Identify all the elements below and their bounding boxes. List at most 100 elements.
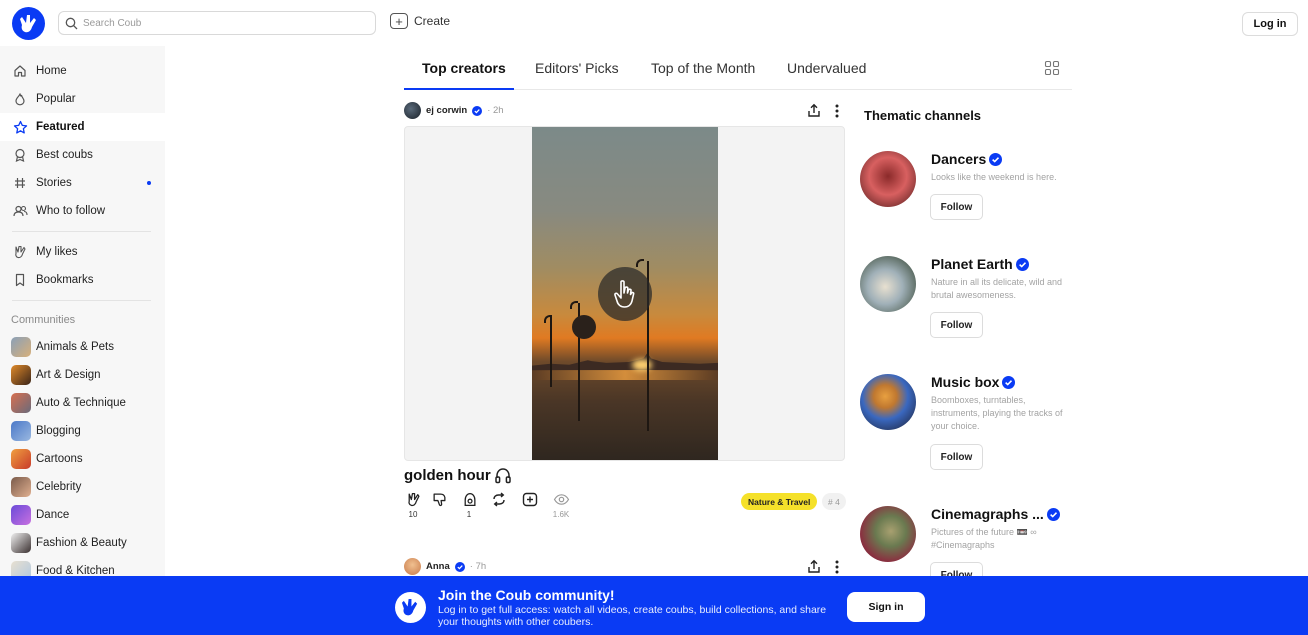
channel-name-text: Cinemagraphs ...: [931, 506, 1044, 522]
more-options-icon[interactable]: [835, 104, 839, 118]
sidebar-item-best-coubs[interactable]: Best coubs: [0, 141, 165, 169]
post-title[interactable]: golden hour: [404, 467, 512, 484]
channel-description: Boomboxes, turntables, instruments, play…: [931, 395, 1063, 431]
recoub-stat[interactable]: 1: [454, 492, 484, 520]
sidebar-divider: [12, 300, 151, 301]
follow-button[interactable]: Follow: [930, 194, 983, 220]
tab-undervalued[interactable]: Undervalued: [787, 60, 866, 90]
verified-badge-icon: [472, 105, 483, 116]
sidebar-community-animals-pets[interactable]: Animals & Pets: [0, 333, 165, 361]
street-lamp-head: [544, 315, 552, 323]
sidebar-community-dance[interactable]: Dance: [0, 501, 165, 529]
verified-badge-icon: [1015, 257, 1029, 271]
channel-description: Looks like the weekend is here.: [931, 172, 1057, 182]
tab-editors-picks[interactable]: Editors' Picks: [535, 60, 619, 90]
video-sun: [632, 359, 652, 371]
follow-button[interactable]: Follow: [930, 312, 983, 338]
author-name[interactable]: ej corwin: [426, 105, 467, 116]
sidebar-item-who-to-follow[interactable]: Who to follow: [0, 197, 165, 225]
author-avatar[interactable]: [404, 558, 421, 575]
recoub-stamp-icon: [464, 492, 475, 507]
repost-stat[interactable]: [484, 492, 514, 520]
category-tag[interactable]: Nature & Travel: [741, 493, 818, 510]
sidebar-item-my-likes[interactable]: My likes: [0, 238, 165, 266]
verified-badge-icon: [989, 152, 1003, 166]
channel-avatar[interactable]: [860, 151, 916, 207]
play-button[interactable]: [598, 267, 652, 321]
search-box[interactable]: [58, 11, 376, 35]
coub-logo[interactable]: [12, 7, 45, 40]
sidebar-item-label: Stories: [36, 177, 72, 189]
sidebar-community-fashion-beauty[interactable]: Fashion & Beauty: [0, 529, 165, 557]
tab-top-creators[interactable]: Top creators: [422, 60, 506, 90]
sidebar-item-label: My likes: [36, 246, 78, 258]
sidebar-item-home[interactable]: Home: [0, 57, 165, 85]
sidebar-community-art-design[interactable]: Art & Design: [0, 361, 165, 389]
post-top-actions: [807, 103, 839, 118]
channel-avatar[interactable]: [860, 374, 916, 430]
share-icon[interactable]: [807, 103, 821, 118]
sidebar-community-auto-technique[interactable]: Auto & Technique: [0, 389, 165, 417]
sidebar-item-bookmarks[interactable]: Bookmarks: [0, 266, 165, 294]
login-button[interactable]: Log in: [1242, 12, 1298, 36]
create-button[interactable]: + Create: [390, 13, 450, 29]
community-label: Fashion & Beauty: [36, 537, 127, 549]
community-avatar: [11, 365, 31, 385]
dislike-icon: [433, 493, 445, 507]
flame-icon: [12, 91, 28, 107]
follow-button[interactable]: Follow: [930, 444, 983, 470]
street-lamp-head: [570, 301, 578, 309]
sidebar-community-blogging[interactable]: Blogging: [0, 417, 165, 445]
sign-in-button[interactable]: Sign in: [847, 592, 925, 622]
sidebar-item-stories[interactable]: Stories: [0, 169, 165, 197]
more-options-icon[interactable]: [835, 560, 839, 574]
new-indicator-dot: [147, 181, 151, 185]
post-time: · 7h: [469, 561, 487, 572]
author-avatar[interactable]: [404, 102, 421, 119]
channel-avatar[interactable]: [860, 506, 916, 562]
share-icon[interactable]: [807, 559, 821, 574]
sidebar-community-cartoons[interactable]: Cartoons: [0, 445, 165, 473]
banner-title: Join the Coub community!: [438, 587, 615, 603]
eye-icon: [553, 494, 569, 505]
hashtag-count-tag[interactable]: # 4: [822, 493, 846, 510]
sidebar-item-label: Featured: [36, 121, 85, 133]
search-input[interactable]: [83, 17, 363, 29]
sidebar-item-popular[interactable]: Popular: [0, 85, 165, 113]
verified-badge-icon: [1046, 507, 1060, 521]
communities-heading: Communities: [11, 314, 76, 326]
community-label: Dance: [36, 509, 70, 521]
sidebar-item-label: Popular: [36, 93, 76, 105]
channel-name-text: Dancers: [931, 151, 987, 167]
dislike-stat[interactable]: [424, 492, 454, 520]
tap-hand-icon: [614, 280, 635, 308]
stories-icon: [12, 175, 28, 191]
channel-name-text: Music box: [931, 374, 1000, 390]
post-title-text: golden hour: [404, 467, 491, 484]
coub-hand-icon: [401, 598, 418, 616]
coub-video-player[interactable]: [404, 126, 845, 461]
sidebar-community-food-kitchen[interactable]: Food & Kitchen: [0, 557, 165, 576]
community-label: Auto & Technique: [36, 397, 126, 409]
community-avatar: [11, 393, 31, 413]
community-label: Food & Kitchen: [36, 565, 115, 576]
channel-avatar[interactable]: [860, 256, 916, 312]
create-label: Create: [414, 14, 451, 28]
channel-name-text: Planet Earth: [931, 256, 1013, 272]
like-icon: [407, 492, 419, 507]
sidebar-community-celebrity[interactable]: Celebrity: [0, 473, 165, 501]
repost-icon: [493, 492, 505, 507]
tab-top-of-the-month[interactable]: Top of the Month: [651, 60, 755, 90]
add-to-collection-stat[interactable]: [515, 492, 545, 520]
channel-name[interactable]: Music box: [931, 374, 1016, 390]
author-name[interactable]: Anna: [426, 561, 450, 572]
community-avatar: [11, 477, 31, 497]
community-avatar: [11, 505, 31, 525]
users-icon: [12, 203, 28, 219]
channel-name[interactable]: Planet Earth: [931, 256, 1029, 272]
channel-name[interactable]: Cinemagraphs ...: [931, 506, 1060, 522]
channel-name[interactable]: Dancers: [931, 151, 1003, 167]
grid-view-icon[interactable]: [1044, 60, 1060, 76]
sidebar-item-featured[interactable]: Featured: [0, 113, 165, 141]
community-label: Celebrity: [36, 481, 82, 493]
